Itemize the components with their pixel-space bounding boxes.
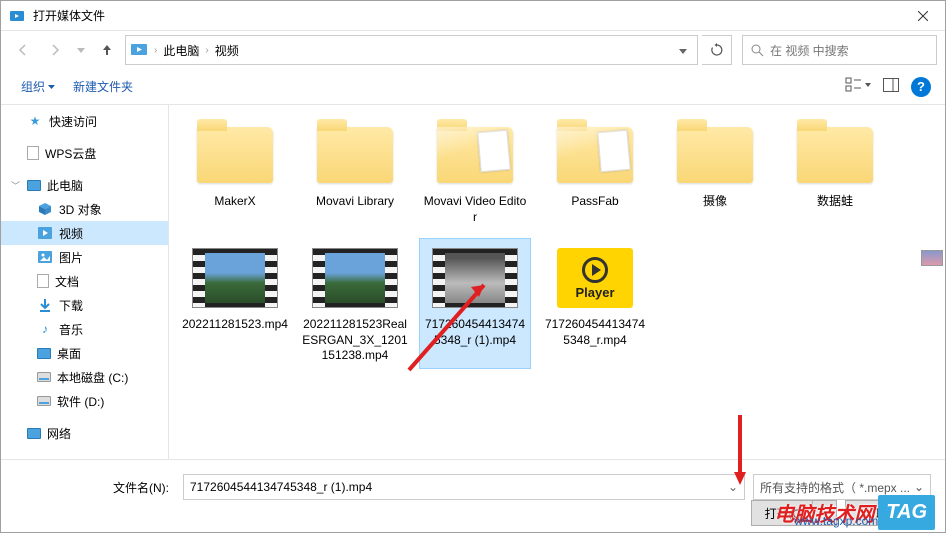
nav-bar: › 此电脑 › 视频 在 视频 中搜索 — [1, 31, 945, 69]
app-icon — [9, 8, 25, 24]
back-button[interactable] — [9, 36, 37, 64]
picture-icon — [37, 249, 53, 265]
list-item[interactable]: Movavi Library — [299, 115, 411, 230]
view-mode-button[interactable] — [845, 77, 871, 96]
sidebar-item-network[interactable]: 网络 — [1, 421, 168, 445]
video-file-icon — [192, 248, 278, 308]
sidebar-item-music[interactable]: ♪音乐 — [1, 317, 168, 341]
refresh-button[interactable] — [702, 35, 732, 65]
file-list[interactable]: MakerX Movavi Library Movavi Video Edito… — [169, 105, 945, 459]
sidebar: ★快速访问 WPS云盘 ﹀此电脑 3D 对象 视频 图片 文档 下载 ♪音乐 桌… — [1, 105, 169, 459]
preview-thumbnail — [921, 250, 943, 266]
chevron-right-icon[interactable]: › — [205, 45, 208, 56]
music-icon: ♪ — [37, 321, 53, 337]
address-dropdown[interactable] — [673, 43, 693, 57]
search-input[interactable]: 在 视频 中搜索 — [742, 35, 937, 65]
close-button[interactable] — [900, 1, 945, 31]
filename-input[interactable]: 7172604544134745348_r (1).mp4⌄ — [183, 474, 745, 500]
wps-icon — [27, 146, 39, 160]
list-item[interactable]: 7172604544134745348_r (1).mp4 — [419, 238, 531, 369]
preview-pane-button[interactable] — [883, 78, 899, 95]
list-item[interactable]: PassFab — [539, 115, 651, 230]
download-icon — [37, 297, 53, 313]
breadcrumb-videos[interactable]: 视频 — [215, 42, 239, 59]
chevron-down-icon[interactable]: ⌄ — [728, 480, 738, 494]
title-bar: 打开媒体文件 — [1, 1, 945, 31]
folder-icon — [437, 127, 513, 183]
sidebar-item-downloads[interactable]: 下载 — [1, 293, 168, 317]
sidebar-item-disk-c[interactable]: 本地磁盘 (C:) — [1, 365, 168, 389]
list-item[interactable]: 202211281523.mp4 — [179, 238, 291, 369]
desktop-icon — [37, 348, 51, 359]
list-item[interactable]: Movavi Video Editor — [419, 115, 531, 230]
monitor-icon — [27, 180, 41, 191]
sidebar-item-disk-d[interactable]: 软件 (D:) — [1, 389, 168, 413]
window-title: 打开媒体文件 — [33, 7, 900, 24]
list-item[interactable]: 202211281523RealESRGAN_3X_1201151238.mp4 — [299, 238, 411, 369]
up-button[interactable] — [93, 36, 121, 64]
open-button[interactable]: 打开(O)▾ — [751, 500, 837, 526]
sidebar-item-quick-access[interactable]: ★快速访问 — [1, 109, 168, 133]
file-type-filter[interactable]: 所有支持的格式（ *.mepx ...⌄ — [753, 474, 931, 500]
list-item[interactable]: MakerX — [179, 115, 291, 230]
list-item[interactable]: 摄像 — [659, 115, 771, 230]
chevron-down-icon: ⌄ — [914, 480, 924, 494]
sidebar-item-desktop[interactable]: 桌面 — [1, 341, 168, 365]
star-icon: ★ — [27, 113, 43, 129]
folder-icon — [677, 127, 753, 183]
cube-icon — [37, 201, 53, 217]
open-dropdown[interactable]: ▾ — [812, 501, 824, 525]
folder-icon — [557, 127, 633, 183]
video-file-icon — [312, 248, 398, 308]
video-file-icon — [432, 248, 518, 308]
filename-label: 文件名(N): — [15, 479, 175, 496]
document-icon — [37, 274, 49, 288]
player-icon: Player — [557, 248, 633, 308]
videos-library-icon — [130, 41, 148, 60]
sidebar-item-wps[interactable]: WPS云盘 — [1, 141, 168, 165]
chevron-right-icon[interactable]: › — [154, 45, 157, 56]
help-button[interactable]: ? — [911, 77, 931, 97]
sidebar-item-this-pc[interactable]: ﹀此电脑 — [1, 173, 168, 197]
breadcrumb-this-pc[interactable]: 此电脑 — [163, 42, 199, 59]
bottom-bar: 文件名(N): 7172604544134745348_r (1).mp4⌄ 所… — [1, 459, 945, 534]
history-dropdown[interactable] — [73, 48, 89, 53]
address-bar[interactable]: › 此电脑 › 视频 — [125, 35, 698, 65]
sidebar-item-videos[interactable]: 视频 — [1, 221, 168, 245]
list-item[interactable]: Player7172604544134745348_r.mp4 — [539, 238, 651, 369]
new-folder-button[interactable]: 新建文件夹 — [67, 74, 139, 99]
folder-icon — [197, 127, 273, 183]
search-placeholder: 在 视频 中搜索 — [770, 42, 849, 59]
list-item[interactable]: 数据蛙 — [779, 115, 891, 230]
toolbar: 组织 新建文件夹 ? — [1, 69, 945, 105]
forward-button[interactable] — [41, 36, 69, 64]
drive-icon — [37, 372, 51, 382]
folder-icon — [797, 127, 873, 183]
sidebar-item-documents[interactable]: 文档 — [1, 269, 168, 293]
search-icon — [751, 44, 764, 57]
video-icon — [37, 225, 53, 241]
organize-button[interactable]: 组织 — [15, 74, 61, 99]
sidebar-item-pictures[interactable]: 图片 — [1, 245, 168, 269]
cancel-button[interactable]: 取消 — [845, 500, 931, 526]
network-icon — [27, 428, 41, 439]
drive-icon — [37, 396, 51, 406]
folder-icon — [317, 127, 393, 183]
sidebar-item-3d-objects[interactable]: 3D 对象 — [1, 197, 168, 221]
